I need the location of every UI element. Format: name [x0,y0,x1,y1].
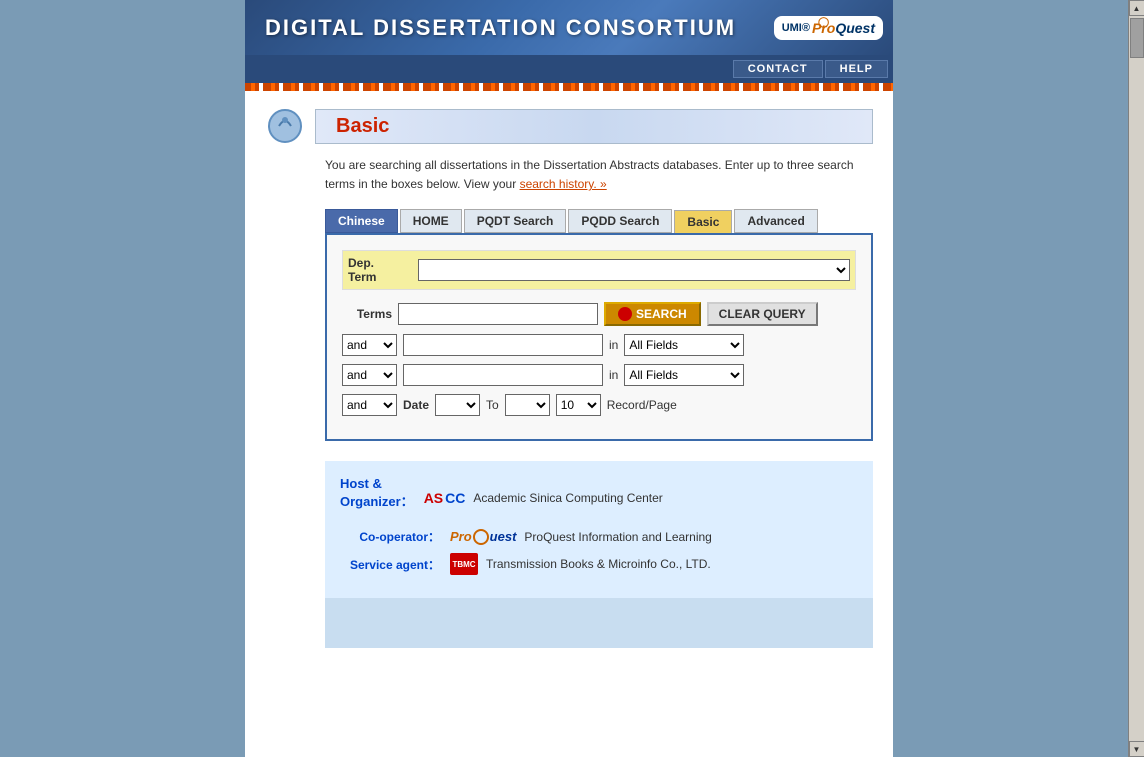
header-top: DIGITAL DISSERTATION CONSORTIUM UMI® Pro… [245,0,893,55]
ascc-name: Academic Sinica Computing Center [473,491,662,505]
umi-text: UMI® [782,22,810,34]
header-logo: UMI® ProQuest ◯ [774,16,883,40]
and-select-1[interactable]: and or not [342,334,397,356]
info-section: Host & Organizer： ASCC Academic Sinica C… [325,461,873,598]
and-row-2: and or not in All Fields Author Title Su… [342,364,856,386]
cooperator-label: Co-operator： [340,528,440,545]
record-page-label: Record/Page [607,398,677,412]
scroll-down-arrow[interactable]: ▼ [1129,741,1144,757]
content-area: Basic You are searching all dissertation… [245,91,893,693]
dep-term-select[interactable] [418,259,850,281]
host-label: Host & Organizer： [340,476,414,510]
tbmc-logo-area: TBMC Transmission Books & Microinfo Co.,… [450,553,711,575]
and-select-2[interactable]: and or not [342,364,397,386]
records-select[interactable]: 10 20 30 50 [556,394,601,416]
tbmc-name: Transmission Books & Microinfo Co., LTD. [486,557,711,571]
and-input-1[interactable] [403,334,603,356]
page-title-box: Basic [315,109,873,144]
dep-label: Dep. [348,256,418,270]
date-label: Date [403,398,429,412]
search-form: Dep. Term Terms SEARCH CLEAR QUERY [325,233,873,441]
tab-chinese[interactable]: Chinese [325,209,398,233]
contact-button[interactable]: CONTACT [733,60,823,78]
search-button[interactable]: SEARCH [604,302,701,326]
and-row-1: and or not in All Fields Author Title Su… [342,334,856,356]
search-button-label: SEARCH [636,307,687,321]
proquest-logo-area: Pro uest ProQuest Information and Learni… [450,529,712,545]
ascc-logo: ASCC [424,490,466,506]
field-select-2[interactable]: All Fields Author Title Subject Abstract [624,364,744,386]
tab-home[interactable]: HOME [400,209,462,233]
app-title: DIGITAL DISSERTATION CONSORTIUM [255,15,736,41]
ascc-logo-area: ASCC Academic Sinica Computing Center [424,490,663,506]
pq-pro: Pro [450,529,472,544]
terms-row: Terms SEARCH CLEAR QUERY [342,302,856,326]
service-row: Service agent： TBMC Transmission Books &… [340,553,858,575]
tab-advanced[interactable]: Advanced [734,209,817,233]
tab-basic[interactable]: Basic [674,210,732,233]
clear-button[interactable]: CLEAR QUERY [707,302,818,326]
terms-label: Terms [342,307,392,321]
scroll-thumb[interactable] [1130,18,1144,58]
field-select-1[interactable]: All Fields Author Title Subject Abstract [624,334,744,356]
help-button[interactable]: HELP [825,60,888,78]
term-label: Term [348,270,418,284]
and-input-2[interactable] [403,364,603,386]
orange-divider [245,83,893,91]
proquest-circle-overlay: ◯ [818,17,829,28]
to-label: To [486,398,499,412]
dep-term-labels: Dep. Term [348,256,418,284]
date-row: and or not Date To 10 20 30 [342,394,856,416]
page-title: Basic [336,115,389,137]
dep-term-row: Dep. Term [342,250,856,290]
tab-pqdt[interactable]: PQDT Search [464,209,567,233]
organizer-label: Organizer： [340,494,414,509]
pq-circle-icon [473,529,489,545]
footer-white [325,648,873,678]
host-row: Host & Organizer： ASCC Academic Sinica C… [340,476,858,520]
in-label-1: in [609,338,618,352]
proquest-name: ProQuest Information and Learning [524,530,711,544]
proquest-logo: Pro uest [450,529,516,545]
date-to-select[interactable] [505,394,550,416]
search-history-link[interactable]: search history. » [520,177,607,191]
in-label-2: in [609,368,618,382]
date-and-select[interactable]: and or not [342,394,397,416]
footer-blue [325,598,873,648]
ascc-as: AS [424,490,443,506]
cooperator-row: Co-operator： Pro uest ProQuest Informati… [340,528,858,545]
pq-quest: uest [490,529,517,544]
tab-pqdd[interactable]: PQDD Search [568,209,672,233]
terms-input[interactable] [398,303,598,325]
header-nav: CONTACT HELP [245,55,893,83]
page-icon [265,106,305,146]
proquest-quest: Quest [835,20,875,36]
tbmc-logo: TBMC [450,553,478,575]
search-description: You are searching all dissertations in t… [325,156,873,194]
page-title-area: Basic [265,106,873,146]
scroll-up-arrow[interactable]: ▲ [1129,0,1144,16]
search-icon [618,307,632,321]
service-label: Service agent： [340,556,440,573]
scrollbar[interactable]: ▲ ▼ [1128,0,1144,757]
tabs-container: Chinese HOME PQDT Search PQDD Search Bas… [325,209,873,233]
date-from-select[interactable] [435,394,480,416]
ascc-cc: CC [445,490,465,506]
